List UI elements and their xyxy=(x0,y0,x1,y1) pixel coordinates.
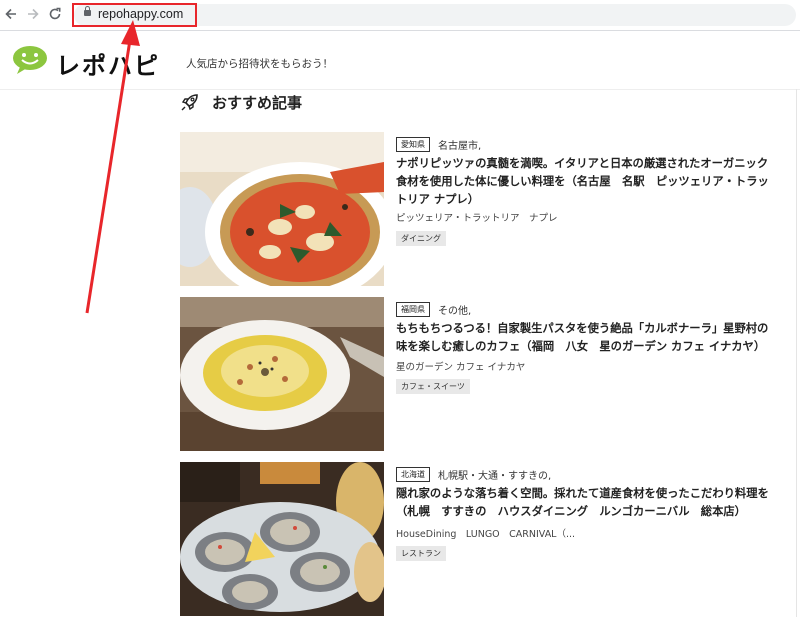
site-logo[interactable]: レポハピ xyxy=(56,46,160,81)
article-title[interactable]: もちもちつるつる！自家製生パスタを使う絶品「カルボナーラ」星野村の味を楽しむ癒し… xyxy=(396,320,776,356)
area-link[interactable]: 名古屋市, xyxy=(438,137,481,152)
area-link[interactable]: その他, xyxy=(438,302,471,317)
prefecture-tag[interactable]: 北海道 xyxy=(396,467,430,482)
main-content: おすすめ記事 愛知県 名古屋市, ナポリピッツァの真髄を満喫。イタリアと日本の厳選… xyxy=(180,89,800,617)
article-card[interactable]: 福岡県 その他, もちもちつるつる！自家製生パスタを使う絶品「カルボナーラ」星野村… xyxy=(180,297,800,451)
back-arrow-icon[interactable] xyxy=(2,5,20,23)
reload-icon[interactable] xyxy=(46,5,64,23)
article-title[interactable]: ナポリピッツァの真髄を満喫。イタリアと日本の厳選されたオーガニック食材を使用した… xyxy=(396,155,776,209)
article-meta: 北海道 札幌駅・大通・すすきの, xyxy=(396,464,551,482)
prefecture-tag[interactable]: 愛知県 xyxy=(396,137,430,152)
carbonara-photo[interactable] xyxy=(180,297,384,451)
site-header: レポハピ 人気店から招待状をもらおう！ xyxy=(0,31,800,90)
article-meta: 福岡県 その他, xyxy=(396,299,471,317)
rocket-icon xyxy=(181,94,198,111)
article-title[interactable]: 隠れ家のような落ち着く空間。採れたて道産食材を使ったこだわり料理を（札幌 すすき… xyxy=(396,485,776,521)
smile-logo-icon[interactable] xyxy=(12,45,48,75)
article-card[interactable]: 北海道 札幌駅・大通・すすきの, 隠れ家のような落ち着く空間。採れたて道産食材を使… xyxy=(180,462,800,616)
genre-tag[interactable]: ダイニング xyxy=(396,231,446,246)
oyster-photo[interactable] xyxy=(180,462,384,616)
shop-name: 星のガーデン カフェ イナカヤ xyxy=(396,362,526,373)
site-tagline: 人気店から招待状をもらおう！ xyxy=(186,58,333,70)
forward-arrow-icon[interactable] xyxy=(24,5,42,23)
section-title: おすすめ記事 xyxy=(212,94,303,112)
genre-tag[interactable]: カフェ・スイーツ xyxy=(396,379,470,394)
area-link[interactable]: 札幌駅・大通・すすきの, xyxy=(438,467,551,482)
genre-tag[interactable]: レストラン xyxy=(396,546,446,561)
shop-name: ピッツェリア・トラットリア ナプレ xyxy=(396,213,558,224)
pizza-photo[interactable] xyxy=(180,132,384,286)
article-meta: 愛知県 名古屋市, xyxy=(396,134,481,152)
url-highlight-box xyxy=(72,3,197,27)
article-card[interactable]: 愛知県 名古屋市, ナポリピッツァの真髄を満喫。イタリアと日本の厳選されたオーガニ… xyxy=(180,132,800,286)
shop-name: HouseDining LUNGO CARNIVAL（... xyxy=(396,529,576,540)
prefecture-tag[interactable]: 福岡県 xyxy=(396,302,430,317)
browser-toolbar: repohappy.com xyxy=(0,0,800,31)
